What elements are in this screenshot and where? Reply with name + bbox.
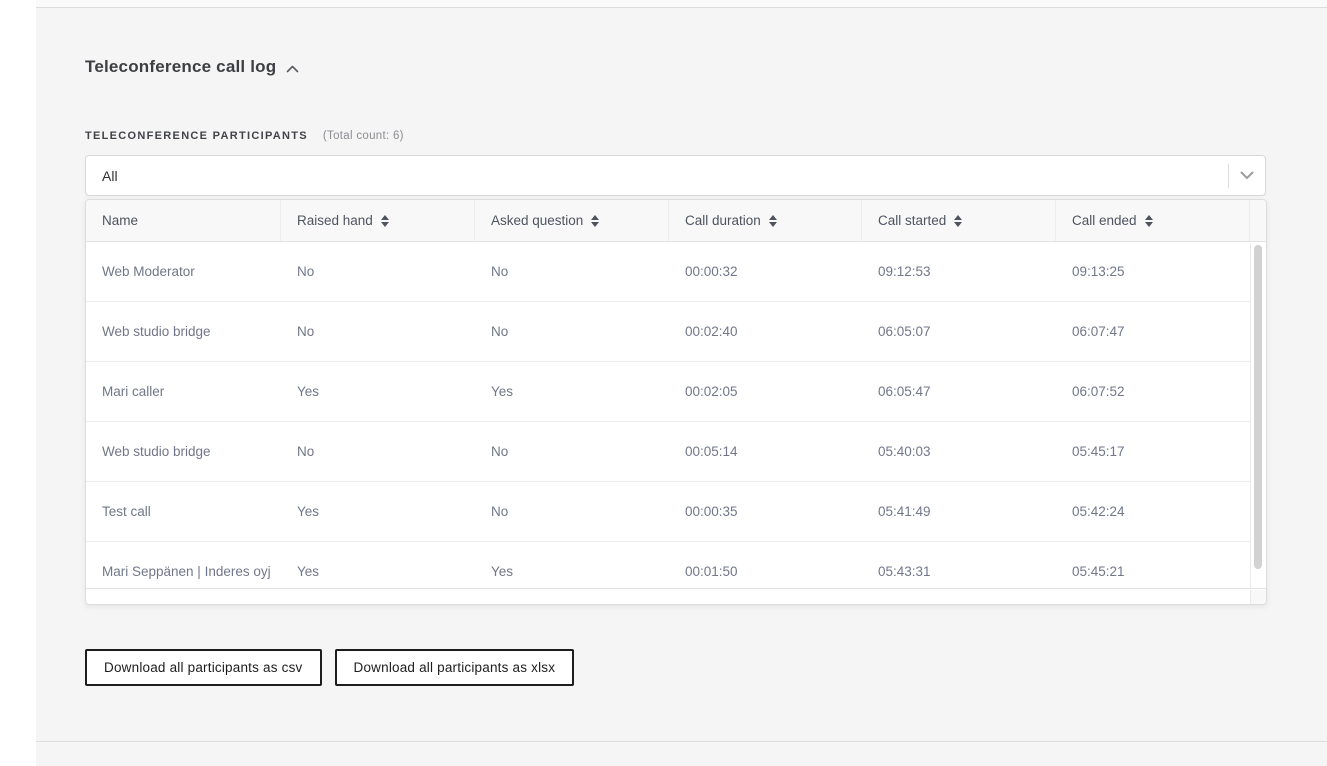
sort-arrows-icon[interactable] bbox=[1145, 215, 1153, 227]
panel-top-divider bbox=[36, 0, 1327, 8]
column-header-call-ended[interactable]: Call ended bbox=[1056, 200, 1250, 241]
cell-call-ended: 05:45:17 bbox=[1056, 422, 1250, 481]
participants-label-row: TELECONFERENCE PARTICIPANTS (Total count… bbox=[85, 130, 404, 142]
table-body: Web ModeratorNoNo00:00:3209:12:5309:13:2… bbox=[86, 242, 1266, 589]
column-header-filler bbox=[1250, 200, 1266, 241]
cell-name: Mari Seppänen | Inderes oyj bbox=[86, 542, 281, 589]
total-count-text: (Total count: 6) bbox=[323, 130, 404, 142]
cell-call-ended: 09:13:25 bbox=[1056, 242, 1250, 301]
call-log-panel: Teleconference call log TELECONFERENCE P… bbox=[36, 0, 1327, 766]
cell-call-started: 05:43:31 bbox=[862, 542, 1056, 589]
cell-call-started: 06:05:47 bbox=[862, 362, 1056, 421]
cell-raised-hand: No bbox=[281, 422, 475, 481]
cell-raised-hand: Yes bbox=[281, 482, 475, 541]
column-header-call-duration[interactable]: Call duration bbox=[669, 200, 862, 241]
table-scrollbar-track[interactable] bbox=[1250, 243, 1266, 588]
column-header-raised-hand[interactable]: Raised hand bbox=[281, 200, 475, 241]
column-header-call-started[interactable]: Call started bbox=[862, 200, 1056, 241]
table-header-row: Name Raised hand Asked question Call durati… bbox=[86, 200, 1266, 242]
download-actions: Download all participants as csv Downloa… bbox=[85, 649, 574, 686]
column-header-label: Call ended bbox=[1072, 213, 1137, 228]
table-scrollbar-corner bbox=[1250, 590, 1266, 604]
cell-asked-question: No bbox=[475, 422, 669, 481]
column-header-label: Call started bbox=[878, 213, 946, 228]
cell-name: Web Moderator bbox=[86, 242, 281, 301]
page-left-gutter bbox=[0, 0, 36, 766]
cell-call-ended: 06:07:47 bbox=[1056, 302, 1250, 361]
cell-call-ended: 05:45:21 bbox=[1056, 542, 1250, 589]
cell-asked-question: No bbox=[475, 302, 669, 361]
cell-call-duration: 00:00:35 bbox=[669, 482, 862, 541]
download-xlsx-button[interactable]: Download all participants as xlsx bbox=[335, 649, 575, 686]
participants-table: Name Raised hand Asked question Call durati… bbox=[85, 199, 1267, 605]
cell-call-started: 09:12:53 bbox=[862, 242, 1056, 301]
cell-asked-question: No bbox=[475, 482, 669, 541]
cell-call-duration: 00:02:05 bbox=[669, 362, 862, 421]
table-row: Web studio bridgeNoNo00:02:4006:05:0706:… bbox=[86, 302, 1266, 362]
sort-arrows-icon[interactable] bbox=[769, 215, 777, 227]
page-title: Teleconference call log bbox=[85, 57, 276, 77]
table-row: Web ModeratorNoNo00:00:3209:12:5309:13:2… bbox=[86, 242, 1266, 302]
cell-name: Web studio bridge bbox=[86, 422, 281, 481]
cell-asked-question: Yes bbox=[475, 362, 669, 421]
table-row: Mari Seppänen | Inderes oyjYesYes00:01:5… bbox=[86, 542, 1266, 589]
sort-arrows-icon[interactable] bbox=[954, 215, 962, 227]
column-header-label: Name bbox=[102, 213, 138, 228]
participants-label: TELECONFERENCE PARTICIPANTS bbox=[85, 130, 308, 142]
cell-asked-question: No bbox=[475, 242, 669, 301]
cell-asked-question: Yes bbox=[475, 542, 669, 589]
cell-call-duration: 00:01:50 bbox=[669, 542, 862, 589]
column-header-asked-question[interactable]: Asked question bbox=[475, 200, 669, 241]
section-header[interactable]: Teleconference call log bbox=[85, 57, 299, 77]
cell-raised-hand: No bbox=[281, 302, 475, 361]
cell-call-started: 05:41:49 bbox=[862, 482, 1056, 541]
table-scrollbar-thumb[interactable] bbox=[1254, 245, 1262, 569]
column-header-name: Name bbox=[86, 200, 281, 241]
cell-name: Mari caller bbox=[86, 362, 281, 421]
chevron-down-icon[interactable] bbox=[1229, 171, 1265, 180]
cell-raised-hand: Yes bbox=[281, 362, 475, 421]
chevron-up-icon[interactable] bbox=[286, 65, 299, 73]
cell-call-duration: 00:05:14 bbox=[669, 422, 862, 481]
cell-call-duration: 00:02:40 bbox=[669, 302, 862, 361]
cell-call-started: 05:40:03 bbox=[862, 422, 1056, 481]
cell-raised-hand: No bbox=[281, 242, 475, 301]
column-header-label: Asked question bbox=[491, 213, 583, 228]
panel-bottom-divider bbox=[36, 741, 1327, 742]
cell-call-duration: 00:00:32 bbox=[669, 242, 862, 301]
column-header-label: Call duration bbox=[685, 213, 761, 228]
cell-call-ended: 06:07:52 bbox=[1056, 362, 1250, 421]
sort-arrows-icon[interactable] bbox=[591, 215, 599, 227]
filter-selected-value: All bbox=[86, 168, 1228, 184]
table-row: Web studio bridgeNoNo00:05:1405:40:0305:… bbox=[86, 422, 1266, 482]
cell-raised-hand: Yes bbox=[281, 542, 475, 589]
participants-filter-select[interactable]: All bbox=[85, 155, 1266, 196]
table-row: Mari callerYesYes00:02:0506:05:4706:07:5… bbox=[86, 362, 1266, 422]
sort-arrows-icon[interactable] bbox=[381, 215, 389, 227]
cell-name: Test call bbox=[86, 482, 281, 541]
cell-name: Web studio bridge bbox=[86, 302, 281, 361]
column-header-label: Raised hand bbox=[297, 213, 373, 228]
download-csv-button[interactable]: Download all participants as csv bbox=[85, 649, 322, 686]
cell-call-ended: 05:42:24 bbox=[1056, 482, 1250, 541]
cell-call-started: 06:05:07 bbox=[862, 302, 1056, 361]
table-row: Test callYesNo00:00:3505:41:4905:42:24 bbox=[86, 482, 1266, 542]
